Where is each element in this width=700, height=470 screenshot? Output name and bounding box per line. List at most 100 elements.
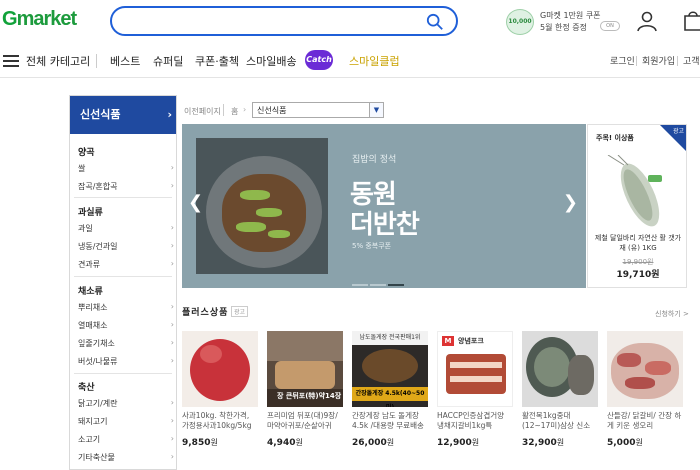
banner-prev-icon[interactable]: ❮ xyxy=(188,192,203,213)
price-value: 26,000 xyxy=(352,438,387,448)
product-card[interactable]: 산들강/ 닭갈비/ 간장 하게 키운 생오리 5,000원 xyxy=(607,331,683,448)
sidebar-item[interactable]: 버섯/나물류 › xyxy=(78,356,174,367)
chevron-right-icon: › xyxy=(170,223,174,232)
menu-icon[interactable] xyxy=(3,55,19,67)
login-link[interactable]: 로그인 xyxy=(610,54,635,67)
sidebar-item-label: 돼지고기 xyxy=(78,417,108,426)
sidebar-item[interactable]: 뿌리채소 › xyxy=(78,302,174,313)
sidebar-item-label: 쌀 xyxy=(78,164,86,173)
back-link[interactable]: 이전페이지 xyxy=(184,106,221,117)
product-image xyxy=(607,331,683,407)
apply-link[interactable]: 신청하기 > xyxy=(655,309,689,319)
sidebar-header[interactable]: 신선식품 › xyxy=(70,96,176,134)
nav-superdeal[interactable]: 슈퍼딜 xyxy=(153,53,183,69)
signup-link[interactable]: 회원가입 xyxy=(642,54,675,67)
chevron-right-icon: › xyxy=(170,338,174,347)
nav-smile-delivery[interactable]: 스마일배송 xyxy=(246,53,297,69)
banner-subtitle: 집밥의 정석 xyxy=(352,155,397,165)
sidebar-item[interactable]: 견과류 › xyxy=(78,259,174,270)
nav-best[interactable]: 베스트 xyxy=(110,53,140,69)
nav-catch[interactable]: Catch xyxy=(305,50,333,70)
all-categories-link[interactable]: 전체 카테고리 xyxy=(26,53,90,69)
product-price: 32,900원 xyxy=(522,437,598,448)
product-image: 장 큰뒤포(特)약14장 xyxy=(267,331,343,407)
gmarket-logo[interactable]: Gmarket xyxy=(2,8,77,31)
coupon-banner[interactable]: 10,000 G마켓 1만원 쿠폰 5월 한정 증정 ON xyxy=(506,9,620,35)
price-value: 9,850 xyxy=(182,438,211,448)
nav-right-divider xyxy=(636,56,637,66)
product-name: 활전복1kg중대(12~17미)삼상 신소 xyxy=(522,411,591,430)
product-card[interactable]: 활전복1kg중대(12~17미)삼상 신소 32,900원 xyxy=(522,331,598,448)
chevron-right-icon: › xyxy=(167,108,172,121)
product-card[interactable]: 남도돌게장 전국판매1위 간장돌게장 4.5k(40~50미) 간장게장 남도 … xyxy=(352,331,428,448)
cart-icon[interactable] xyxy=(682,10,700,32)
product-name: 간장게장 남도 돌게장 4.5k /대용량 무료배송 xyxy=(352,411,424,430)
product-card[interactable]: 사과10kg. 착한가격, 가정용사과10kg/5kg 9,850원 xyxy=(182,331,258,448)
banner-title-line2: 더반찬 xyxy=(350,210,420,240)
banner-pagination[interactable] xyxy=(352,271,406,288)
breadcrumb-home[interactable]: 홈 xyxy=(231,106,238,117)
sidebar-item-label: 냉동/건과일 xyxy=(78,242,118,251)
price-unit: 원 xyxy=(210,438,218,447)
sidebar-item[interactable]: 열매채소 › xyxy=(78,320,174,331)
chevron-right-icon: › xyxy=(170,452,174,461)
banner-next-icon[interactable]: ❯ xyxy=(563,192,578,213)
sidebar-item-label: 뿌리채소 xyxy=(78,303,108,312)
sidebar-item-label: 닭고기/계란 xyxy=(78,399,118,408)
sidebar-item[interactable]: 쌀 › xyxy=(78,163,174,174)
chevron-right-icon: › xyxy=(170,416,174,425)
nav-coupon[interactable]: 쿠폰·출첵 xyxy=(195,53,239,69)
logo-g: G xyxy=(2,8,18,30)
sidebar-item-label: 과일 xyxy=(78,224,93,233)
price-unit: 원 xyxy=(386,438,395,447)
sidebar-group-fruit[interactable]: 과실류 xyxy=(78,205,103,218)
sidebar-item[interactable]: 잎줄기채소 › xyxy=(78,338,174,349)
sidebar-title: 신선식품 xyxy=(80,108,121,121)
price-value: 12,900 xyxy=(437,438,472,448)
sidebar-item[interactable]: 닭고기/계란 › xyxy=(78,398,174,409)
sidebar-item[interactable]: 과일 › xyxy=(78,223,174,234)
product-name: 프리미엄 뒤포(대)9장/마약아귀포/순살아귀 xyxy=(267,411,338,430)
sidebar-item[interactable]: 기타축산물 › xyxy=(78,452,174,463)
sidebar-item[interactable]: 돼지고기 › xyxy=(78,416,174,427)
main-banner[interactable]: 집밥의 정석 동원 더반찬 5% 중복쿠폰 ❮ ❯ xyxy=(182,124,586,288)
breadcrumb-chevron-icon: › xyxy=(243,105,247,114)
product-image xyxy=(182,331,258,407)
banner-food-image xyxy=(196,138,328,274)
sidebar-group-vegetable[interactable]: 채소류 xyxy=(78,284,103,297)
chevron-right-icon: › xyxy=(170,163,174,172)
sidebar-item[interactable]: 잡곡/혼합곡 › xyxy=(78,181,174,192)
customer-center-link[interactable]: 고객 xyxy=(683,54,700,67)
search-input[interactable] xyxy=(126,13,416,31)
section-title: 플러스상품 xyxy=(182,308,229,318)
search-bar[interactable] xyxy=(110,6,458,36)
product-card[interactable]: 장 큰뒤포(特)약14장 프리미엄 뒤포(대)9장/마약아귀포/순살아귀 4,9… xyxy=(267,331,343,448)
product-card[interactable]: M 양념포크 HACCP인증삼겹거양 냉채지갈비1kg특 12,900원 xyxy=(437,331,513,448)
product-image: 남도돌게장 전국판매1위 간장돌게장 4.5k(40~50미) xyxy=(352,331,428,407)
my-page-icon[interactable] xyxy=(636,10,658,32)
sidebar-group-grain[interactable]: 양곡 xyxy=(78,145,95,158)
product-price: 4,940원 xyxy=(267,437,343,448)
category-select[interactable]: 신선식품 ▼ xyxy=(252,102,384,118)
coupon-line1: G마켓 1만원 쿠폰 xyxy=(540,11,601,20)
nav-smile-club[interactable]: 스마일클럽 xyxy=(349,53,400,69)
coupon-badge: 10,000 xyxy=(506,9,534,35)
price-value: 4,940 xyxy=(267,438,296,448)
product-name: HACCP인증삼겹거양 냉채지갈비1kg특 xyxy=(437,411,505,430)
sidebar-item[interactable]: 냉동/건과일 › xyxy=(78,241,174,252)
chevron-down-icon: ▼ xyxy=(369,103,383,117)
sidebar-item-label: 소고기 xyxy=(78,435,101,444)
sidebar-item-label: 잡곡/혼합곡 xyxy=(78,182,118,191)
sidebar-item-label: 열매채소 xyxy=(78,321,108,330)
featured-product-card[interactable]: 주목! 이상품 광고 제철 달일바리 자연산 활 갯가재 (유) 1KG 19,… xyxy=(587,124,687,288)
price-unit: 원 xyxy=(556,438,565,447)
main-nav: 전체 카테고리 베스트 슈퍼딜 쿠폰·출첵 스마일배송 Catch 스마일클럽 … xyxy=(0,44,700,78)
banner-note: 5% 중복쿠폰 xyxy=(352,242,392,250)
search-icon[interactable] xyxy=(426,13,444,31)
sidebar-group-meat[interactable]: 축산 xyxy=(78,380,95,393)
featured-product-name: 제철 달일바리 자연산 활 갯가재 (유) 1KG xyxy=(594,234,682,252)
sidebar-item-label: 기타축산물 xyxy=(78,453,115,462)
sidebar-item[interactable]: 소고기 › xyxy=(78,434,174,445)
featured-old-price: 19,900원 xyxy=(622,258,654,266)
product-name: 산들강/ 닭갈비/ 간장 하게 키운 생오리 xyxy=(607,411,682,430)
